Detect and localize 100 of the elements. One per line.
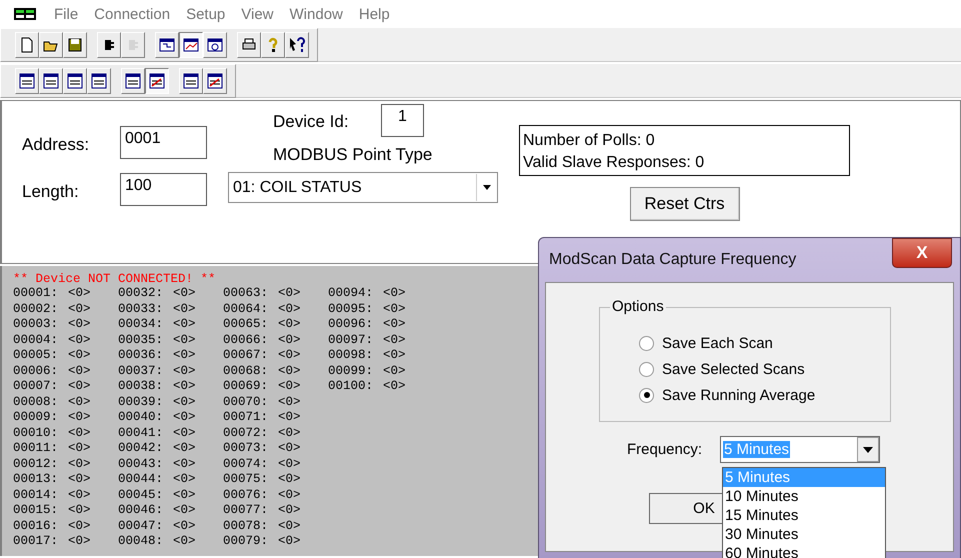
register-address: 00017: [13, 534, 58, 550]
register-value: <0> [68, 379, 91, 394]
register-address: 00046: [118, 503, 164, 518]
register-value: <0> [68, 426, 91, 441]
register-address: 00095: [328, 302, 374, 317]
menu-item[interactable]: Connection [86, 6, 178, 22]
register-value: <0> [68, 410, 91, 426]
register-value: <0> [68, 348, 91, 364]
menu-item[interactable]: Help [350, 6, 398, 22]
register-address: 00015: [13, 503, 58, 518]
register-address: 00043: [118, 456, 164, 472]
register-value: <0> [383, 379, 406, 394]
register-value: <0> [383, 332, 406, 348]
register-value: <0> [68, 394, 91, 410]
register-address: 00096: [328, 317, 374, 332]
register-address: 00072: [223, 426, 268, 441]
radio-button[interactable] [639, 362, 654, 376]
options-group-label: Options [610, 298, 666, 315]
register-address: 00008: [13, 394, 58, 410]
device-id-field[interactable]: 1 [381, 104, 424, 137]
register-value: <0> [68, 332, 91, 348]
register-address: 00045: [118, 488, 164, 503]
register-value: <0> [68, 503, 91, 518]
register-value: <0> [278, 394, 301, 410]
register-address: 00097: [328, 332, 374, 348]
new-document-icon [19, 37, 35, 53]
register-value: <0> [173, 410, 196, 426]
register-value: <0> [278, 518, 301, 534]
register-address: 00042: [118, 441, 164, 456]
window-chart-icon [183, 37, 199, 53]
register-address: 00076: [223, 488, 268, 503]
radio-label[interactable]: Save Running Average [662, 386, 816, 404]
register-value: <0> [278, 332, 301, 348]
address-field[interactable]: 0001 [120, 126, 207, 159]
register-address: 00032: [118, 286, 164, 302]
register-value: <0> [383, 364, 406, 379]
register-value: <0> [173, 394, 196, 410]
close-button[interactable]: X [892, 238, 952, 268]
register-value: <0> [383, 302, 406, 317]
window-graph-icon [207, 73, 223, 89]
radio-button[interactable] [639, 336, 654, 350]
register-address: 00074: [223, 456, 268, 472]
menu-item[interactable]: Window [282, 6, 351, 22]
register-address: 00014: [13, 488, 58, 503]
reset-counters-button[interactable]: Reset Ctrs [630, 187, 740, 221]
register-value: <0> [383, 286, 406, 302]
register-address: 00036: [118, 348, 164, 364]
connection-status: ** Device NOT CONNECTED! ** [13, 272, 217, 286]
register-address: 00004: [13, 332, 58, 348]
context-help-icon [289, 37, 305, 53]
register-value: <0> [173, 518, 196, 534]
register-value: <0> [68, 456, 91, 472]
toolbar-button[interactable] [145, 68, 169, 94]
register-value: <0> [173, 379, 196, 394]
register-value: <0> [278, 348, 301, 364]
dropdown-arrow-icon [863, 446, 873, 452]
register-address: 00068: [223, 364, 268, 379]
register-value: <0> [68, 488, 91, 503]
menu-item[interactable]: Setup [178, 6, 234, 22]
register-value: <0> [278, 317, 301, 332]
register-address: 00078: [223, 518, 268, 534]
radio-label[interactable]: Save Each Scan [662, 334, 773, 352]
register-value: <0> [278, 426, 301, 441]
register-address: 00066: [223, 332, 268, 348]
window-graph-icon [149, 73, 165, 89]
register-address: 00041: [118, 426, 164, 441]
point-type-dropdown[interactable]: 01: COIL STATUS [228, 172, 498, 203]
toolbar-button[interactable] [179, 32, 203, 58]
window-grid-icon [125, 73, 141, 89]
point-type-label: MODBUS Point Type [273, 145, 434, 165]
list-option[interactable]: 30 Minutes [723, 525, 885, 544]
register-value: <0> [173, 534, 196, 550]
device-id-label: Device Id: [273, 112, 350, 133]
counter-text: Number of Polls: 0 [523, 131, 656, 151]
register-value: <0> [173, 472, 196, 488]
register-address: 00040: [118, 410, 164, 426]
register-address: 00047: [118, 518, 164, 534]
register-address: 00099: [328, 364, 374, 379]
register-address: 00071: [223, 410, 268, 426]
radio-label[interactable]: Save Selected Scans [662, 360, 805, 378]
register-address: 00064: [223, 302, 268, 317]
register-value: <0> [278, 302, 301, 317]
register-address: 00009: [13, 410, 58, 426]
register-value: <0> [173, 426, 196, 441]
menu-item[interactable]: View [233, 6, 282, 22]
length-label: Length: [22, 182, 80, 202]
register-address: 00016: [13, 518, 58, 534]
register-address: 00048: [118, 534, 164, 550]
radio-button[interactable] [639, 388, 654, 402]
register-value: <0> [278, 286, 301, 302]
length-field[interactable]: 100 [120, 173, 207, 206]
window-magnifier-icon [207, 37, 223, 53]
frequency-label: Frequency: [627, 441, 704, 458]
register-address: 00001: [13, 286, 58, 302]
register-value: <0> [68, 472, 91, 488]
register-value: <0> [173, 503, 196, 518]
register-address: 00079: [223, 534, 268, 550]
menu-item[interactable]: File [46, 6, 86, 22]
list-option[interactable]: 60 Minutes [723, 544, 885, 558]
register-address: 00003: [13, 317, 58, 332]
